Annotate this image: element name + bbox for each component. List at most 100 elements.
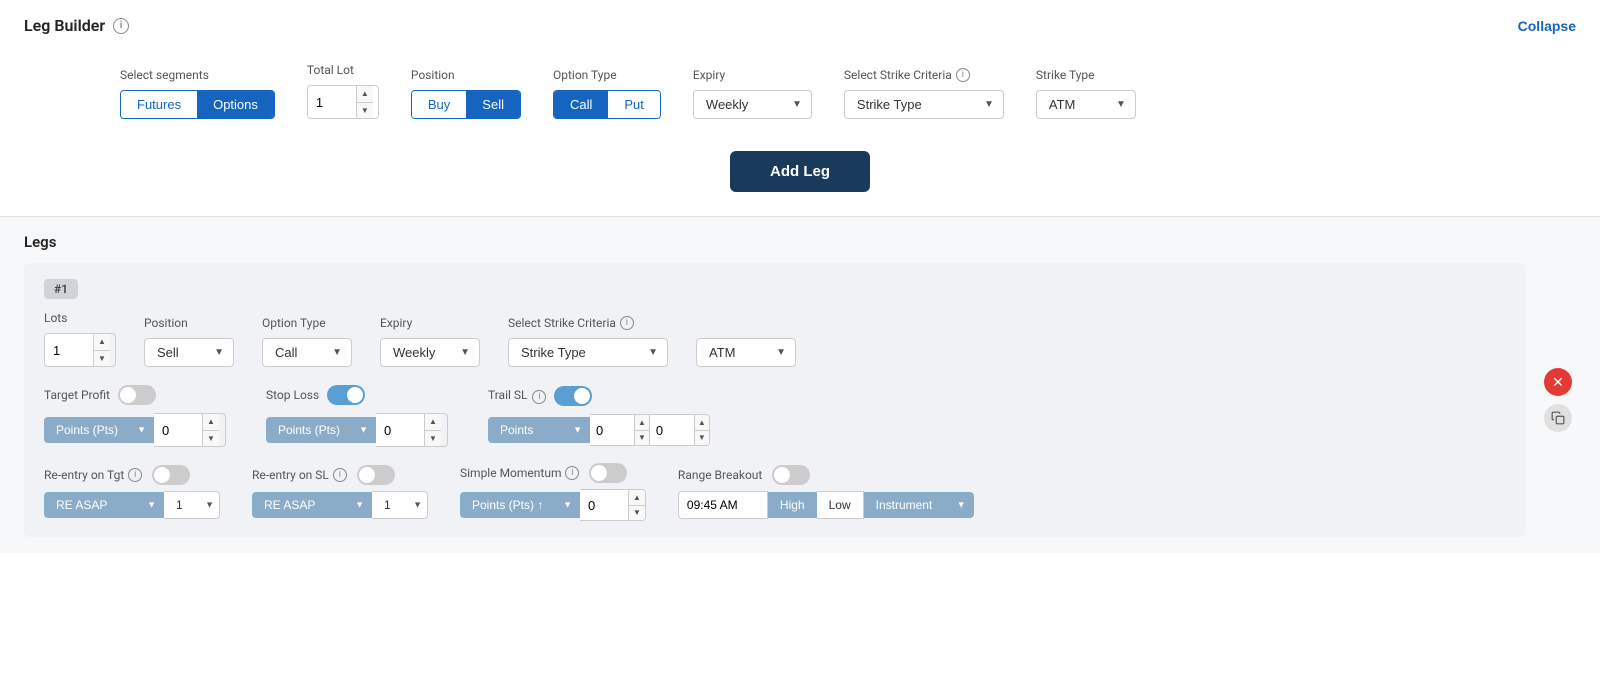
- trail-spinner1: ▲ ▼: [634, 415, 649, 445]
- momentum-pts-wrapper: Points (Pts) ↑ Points (Pts) ↓ Percentage…: [460, 489, 646, 521]
- re-count-tgt-select[interactable]: 1 2 3: [164, 491, 220, 519]
- target-profit-spinner: ▲ ▼: [202, 414, 219, 446]
- leg-option-type-select[interactable]: Call Put: [262, 338, 352, 367]
- leg-option-type-group: Option Type Call Put ▼: [262, 316, 352, 367]
- range-time-input[interactable]: [678, 491, 768, 519]
- leg-atm-spacer: [696, 316, 796, 330]
- re-entry-tgt-info-icon[interactable]: i: [128, 468, 142, 482]
- leg-position-select-wrapper: Sell Buy ▼: [144, 338, 234, 367]
- trail-pts-select-wrapper: Points Percentage ▼: [488, 417, 590, 443]
- add-leg-button[interactable]: Add Leg: [730, 151, 870, 192]
- target-profit-pts-group: Points (Pts) Percentage ▼ ▲ ▼: [44, 413, 226, 447]
- re-entry-sl-info-icon[interactable]: i: [333, 468, 347, 482]
- leg-strike-criteria-info-icon[interactable]: i: [620, 316, 634, 330]
- momentum-value-input[interactable]: [580, 490, 628, 520]
- range-breakout-group: Range Breakout High Low: [678, 465, 974, 519]
- simple-momentum-toggle[interactable]: [589, 463, 627, 483]
- leg-badge-1: #1: [44, 279, 78, 299]
- simple-momentum-label-row: Simple Momentum i: [460, 463, 646, 483]
- strike-type-label: Strike Type: [1036, 68, 1136, 82]
- leg-strike-type-select[interactable]: Strike Type ATM ITM OTM: [508, 338, 668, 367]
- trail-pts-select[interactable]: Points Percentage: [488, 417, 590, 443]
- range-breakout-toggle[interactable]: [772, 465, 810, 485]
- leg-lots-input[interactable]: [45, 334, 93, 366]
- trail-sl-label: Trail SL i: [488, 388, 546, 404]
- strike-type-select[interactable]: Strike Type ATM ITM OTM: [844, 90, 1004, 119]
- option-call-button[interactable]: Call: [554, 91, 608, 118]
- leg-lots-decrement[interactable]: ▼: [94, 351, 110, 367]
- target-profit-value-wrapper: ▲ ▼: [154, 413, 226, 447]
- range-instrument-select-wrapper: Instrument Index Stock ▼: [864, 492, 974, 518]
- strike-criteria-info-icon[interactable]: i: [956, 68, 970, 82]
- leg-lots-input-wrapper: ▲ ▼: [44, 333, 116, 367]
- re-entry-sl-controls: RE ASAP RE at Cost ▼ 1 2 3: [252, 491, 428, 519]
- target-profit-increment[interactable]: ▲: [203, 414, 219, 431]
- total-lot-label: Total Lot: [307, 63, 379, 77]
- stop-loss-group: Stop Loss Points (Pts) Percentage: [266, 385, 448, 447]
- re-entry-sl-group: Re-entry on SL i RE ASAP RE: [252, 465, 428, 519]
- re-count-sl-select[interactable]: 1 2 3: [372, 491, 428, 519]
- stop-loss-increment[interactable]: ▲: [425, 414, 441, 431]
- leg-container-1: #1 Lots ▲ ▼: [24, 263, 1576, 537]
- leg-copy-button[interactable]: [1544, 404, 1572, 432]
- position-sell-button[interactable]: Sell: [466, 91, 520, 118]
- leg-expiry-select[interactable]: Weekly Monthly: [380, 338, 480, 367]
- trail-value1-wrapper: ▲ ▼: [590, 414, 650, 446]
- target-profit-pts-select[interactable]: Points (Pts) Percentage: [44, 417, 154, 443]
- position-buy-button[interactable]: Buy: [412, 91, 466, 118]
- range-breakout-controls: High Low Instrument Index Stock ▼: [678, 491, 974, 519]
- trail-value1-input[interactable]: [590, 415, 634, 445]
- momentum-pts-select[interactable]: Points (Pts) ↑ Points (Pts) ↓ Percentage…: [460, 492, 580, 518]
- target-profit-toggle[interactable]: [118, 385, 156, 405]
- expiry-select[interactable]: Weekly Monthly Next Weekly: [693, 90, 812, 119]
- target-profit-toggle-group: Target Profit: [44, 385, 226, 405]
- target-profit-group: Target Profit Points (Pts) Percentage: [44, 385, 226, 447]
- target-profit-decrement[interactable]: ▼: [203, 431, 219, 447]
- re-entry-tgt-toggle[interactable]: [152, 465, 190, 485]
- trail-sl-info-icon[interactable]: i: [532, 390, 546, 404]
- trail-sl-toggle[interactable]: [554, 386, 592, 406]
- trail-val2-increment[interactable]: ▲: [695, 415, 709, 431]
- leg-expiry-select-wrapper: Weekly Monthly ▼: [380, 338, 480, 367]
- total-lot-spinner: ▲ ▼: [356, 86, 373, 118]
- range-high-button[interactable]: High: [768, 492, 817, 518]
- segment-futures-button[interactable]: Futures: [121, 91, 197, 118]
- leg-delete-button[interactable]: ✕: [1544, 368, 1572, 396]
- leg-builder-info-icon[interactable]: i: [113, 18, 129, 34]
- range-instrument-select[interactable]: Instrument Index Stock: [864, 492, 974, 518]
- leg-position-select[interactable]: Sell Buy: [144, 338, 234, 367]
- momentum-select-wrapper: Points (Pts) ↑ Points (Pts) ↓ Percentage…: [460, 492, 580, 518]
- momentum-decrement[interactable]: ▼: [629, 506, 645, 521]
- total-lot-decrement[interactable]: ▼: [357, 103, 373, 119]
- target-profit-value-input[interactable]: [154, 414, 202, 446]
- stop-loss-pts-select[interactable]: Points (Pts) Percentage: [266, 417, 376, 443]
- re-entry-tgt-label: Re-entry on Tgt: [44, 468, 124, 482]
- option-put-button[interactable]: Put: [608, 91, 660, 118]
- leg-lots-increment[interactable]: ▲: [94, 334, 110, 351]
- re-entry-sl-toggle[interactable]: [357, 465, 395, 485]
- simple-momentum-info-icon[interactable]: i: [565, 466, 579, 480]
- re-asap-sl-select[interactable]: RE ASAP RE at Cost: [252, 492, 372, 518]
- segment-options-button[interactable]: Options: [197, 91, 274, 118]
- leg-card-1: #1 Lots ▲ ▼: [24, 263, 1526, 537]
- trail-val1-increment[interactable]: ▲: [635, 415, 649, 431]
- trail-val2-decrement[interactable]: ▼: [695, 431, 709, 446]
- collapse-button[interactable]: Collapse: [1518, 18, 1576, 34]
- re-asap-tgt-select-wrapper: RE ASAP RE at Cost ▼: [44, 492, 164, 518]
- total-lot-input[interactable]: 1: [308, 86, 356, 118]
- total-lot-increment[interactable]: ▲: [357, 86, 373, 103]
- stop-loss-label: Stop Loss: [266, 388, 319, 402]
- trail-val1-decrement[interactable]: ▼: [635, 431, 649, 446]
- trail-value2-wrapper: ▲ ▼: [650, 414, 710, 446]
- stop-loss-value-input[interactable]: [376, 414, 424, 446]
- atm-select[interactable]: ATM ITM OTM: [1036, 90, 1136, 119]
- range-low-button[interactable]: Low: [817, 491, 864, 519]
- stop-loss-decrement[interactable]: ▼: [425, 431, 441, 447]
- re-asap-tgt-select[interactable]: RE ASAP RE at Cost: [44, 492, 164, 518]
- trail-value2-input[interactable]: [650, 415, 694, 445]
- leg-atm-select[interactable]: ATM ITM OTM: [696, 338, 796, 367]
- option-type-toggle: Call Put: [553, 90, 661, 119]
- copy-icon: [1551, 411, 1565, 425]
- stop-loss-toggle[interactable]: [327, 385, 365, 405]
- momentum-increment[interactable]: ▲: [629, 490, 645, 506]
